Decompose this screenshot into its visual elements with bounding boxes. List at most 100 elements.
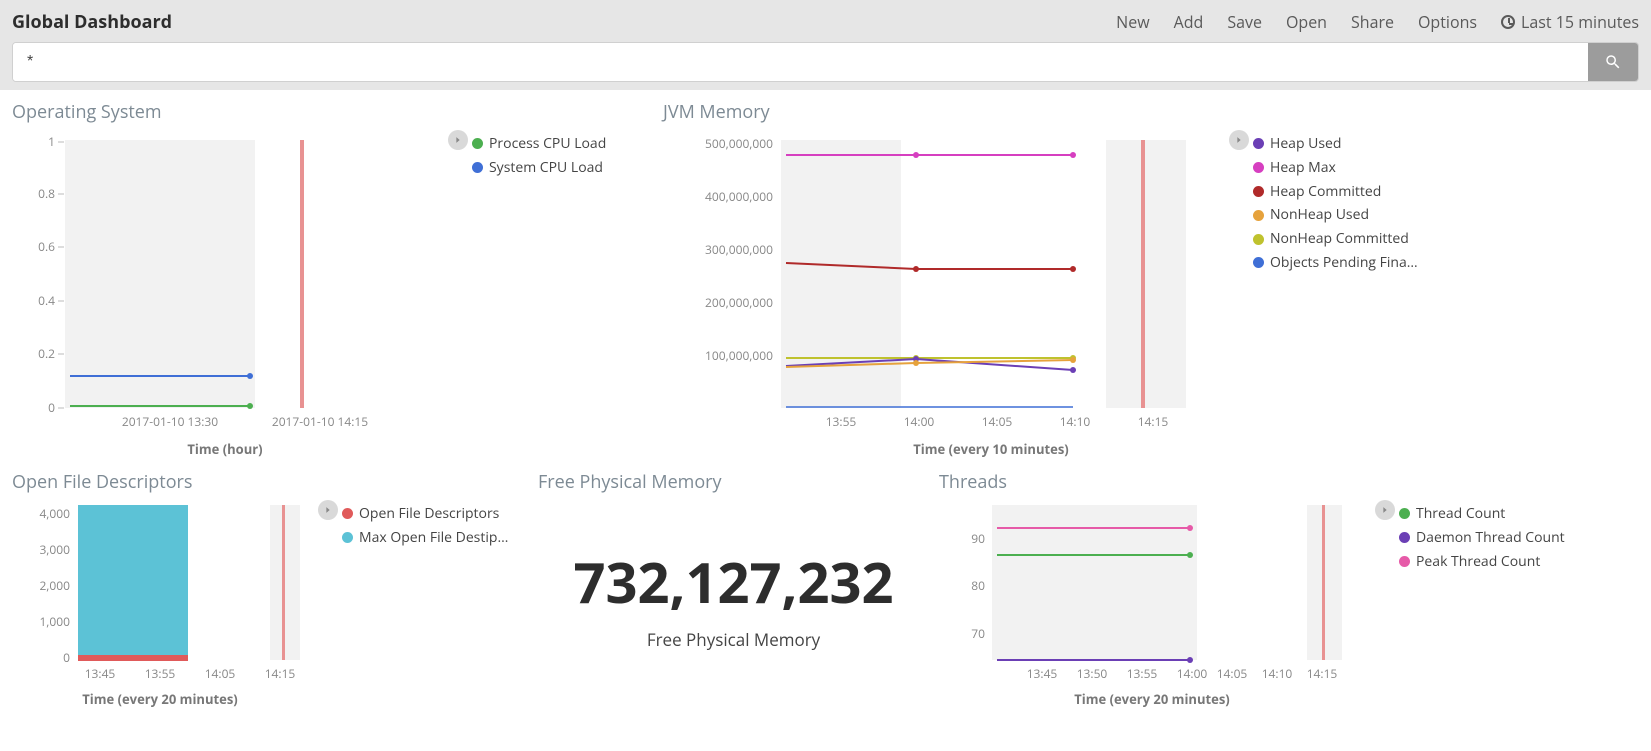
svg-text:0.6: 0.6 [38,238,55,255]
dashboard-panels: Operating System 0 0.2 0.4 0.6 0.8 1 [0,90,1651,716]
panel-free-physical-memory: Free Physical Memory 732,127,232 Free Ph… [536,468,931,708]
legend-item[interactable]: Heap Used [1253,132,1418,156]
panel-threads: Threads 70 80 90 [937,468,1651,708]
svg-text:13:45: 13:45 [85,665,116,682]
toolbar: Global Dashboard New Add Save Open Share… [0,0,1651,90]
panel-title: Operating System [12,100,655,124]
chevron-right-icon[interactable] [1375,500,1395,520]
svg-text:0.2: 0.2 [38,345,55,362]
page-title: Global Dashboard [12,10,172,34]
legend-item[interactable]: Heap Committed [1253,180,1418,204]
legend-item[interactable]: Process CPU Load [472,132,606,156]
panel-title: JVM Memory [663,100,1651,124]
search-button[interactable] [1588,43,1638,81]
legend-item[interactable]: NonHeap Used [1253,203,1418,227]
svg-text:3,000: 3,000 [39,541,70,558]
svg-text:100,000,000: 100,000,000 [705,347,773,364]
svg-text:0.4: 0.4 [38,292,55,309]
svg-text:14:05: 14:05 [982,413,1013,430]
chart-operating-system[interactable]: 0 0.2 0.4 0.6 0.8 1 [10,130,440,440]
svg-text:500,000,000: 500,000,000 [705,135,773,152]
legend-item[interactable]: Thread Count [1399,502,1565,526]
menu-new[interactable]: New [1116,11,1149,33]
menu-save[interactable]: Save [1227,11,1262,33]
legend-item[interactable]: NonHeap Committed [1253,227,1418,251]
svg-text:14:05: 14:05 [1217,665,1248,682]
svg-text:13:50: 13:50 [1077,665,1108,682]
chart-jvm-memory[interactable]: 100,000,000 200,000,000 300,000,000 400,… [661,130,1221,440]
legend-dot [472,162,483,173]
svg-text:300,000,000: 300,000,000 [705,241,773,258]
chevron-right-icon[interactable] [448,130,468,150]
svg-text:14:10: 14:10 [1060,413,1091,430]
svg-text:90: 90 [971,530,985,547]
chevron-right-icon[interactable] [318,500,338,520]
svg-text:13:55: 13:55 [1127,665,1158,682]
legend-threads: Thread Count Daemon Thread Count Peak Th… [1399,500,1565,573]
svg-text:200,000,000: 200,000,000 [705,294,773,311]
x-axis-label: Time (every 20 minutes) [937,690,1367,708]
chart-threads[interactable]: 70 80 90 13:45 13:50 [937,500,1367,690]
svg-text:14:15: 14:15 [265,665,296,682]
menu: New Add Save Open Share Options Last 15 … [1116,11,1639,33]
legend-dot [1253,186,1264,197]
svg-text:14:15: 14:15 [1138,413,1169,430]
legend-item[interactable]: Objects Pending Fina… [1253,251,1418,275]
legend-dot [342,508,353,519]
legend-dot [342,532,353,543]
chart-open-file-descriptors[interactable]: 0 1,000 2,000 3,000 4,000 13:45 13:55 [10,500,310,690]
clock-icon [1501,15,1515,29]
panel-operating-system: Operating System 0 0.2 0.4 0.6 0.8 1 [10,98,655,458]
svg-text:2,000: 2,000 [39,577,70,594]
menu-options[interactable]: Options [1418,11,1477,33]
x-axis-label: Time (every 20 minutes) [10,690,310,708]
svg-text:70: 70 [971,625,985,642]
legend-item[interactable]: Heap Max [1253,156,1418,180]
panel-title: Free Physical Memory [538,470,931,494]
svg-text:0: 0 [48,399,55,416]
svg-text:1,000: 1,000 [39,613,70,630]
search-icon [1604,53,1622,71]
x-axis-label: Time (every 10 minutes) [661,440,1221,458]
legend-item[interactable]: Peak Thread Count [1399,550,1565,574]
legend-dot [1253,138,1264,149]
legend-item[interactable]: System CPU Load [472,156,606,180]
svg-text:0: 0 [63,649,70,666]
metric-label: Free Physical Memory [536,628,931,651]
legend-dot [1253,257,1264,268]
svg-text:80: 80 [971,577,985,594]
legend-dot [472,138,483,149]
svg-text:400,000,000: 400,000,000 [705,188,773,205]
x-axis-label: Time (hour) [10,440,440,458]
chevron-right-icon[interactable] [1229,130,1249,150]
legend-operating-system: Process CPU Load System CPU Load [472,130,606,180]
time-range-label: Last 15 minutes [1521,11,1639,33]
legend-dot [1399,532,1410,543]
search-input[interactable] [13,43,1588,81]
legend-dot [1253,234,1264,245]
legend-item[interactable]: Open File Descriptors [342,502,508,526]
legend-dot [1399,556,1410,567]
svg-text:13:45: 13:45 [1027,665,1058,682]
menu-share[interactable]: Share [1351,11,1394,33]
panel-title: Threads [939,470,1651,494]
svg-text:14:00: 14:00 [1177,665,1208,682]
menu-open[interactable]: Open [1286,11,1327,33]
menu-add[interactable]: Add [1174,11,1204,33]
svg-text:14:15: 14:15 [1307,665,1338,682]
svg-text:14:10: 14:10 [1262,665,1293,682]
svg-text:2017-01-10 13:30: 2017-01-10 13:30 [122,413,218,430]
svg-text:4,000: 4,000 [39,505,70,522]
svg-text:14:00: 14:00 [904,413,935,430]
panel-jvm-memory: JVM Memory 100,000,000 200,000,000 300,0… [661,98,1651,458]
svg-text:1: 1 [48,133,55,150]
legend-item[interactable]: Max Open File Destip… [342,526,508,550]
search-bar [12,42,1639,82]
legend-item[interactable]: Daemon Thread Count [1399,526,1565,550]
legend-dot [1253,162,1264,173]
svg-text:13:55: 13:55 [826,413,857,430]
time-range-picker[interactable]: Last 15 minutes [1501,11,1639,33]
panel-title: Open File Descriptors [12,470,530,494]
legend-dot [1253,210,1264,221]
svg-text:2017-01-10 14:15: 2017-01-10 14:15 [272,413,368,430]
